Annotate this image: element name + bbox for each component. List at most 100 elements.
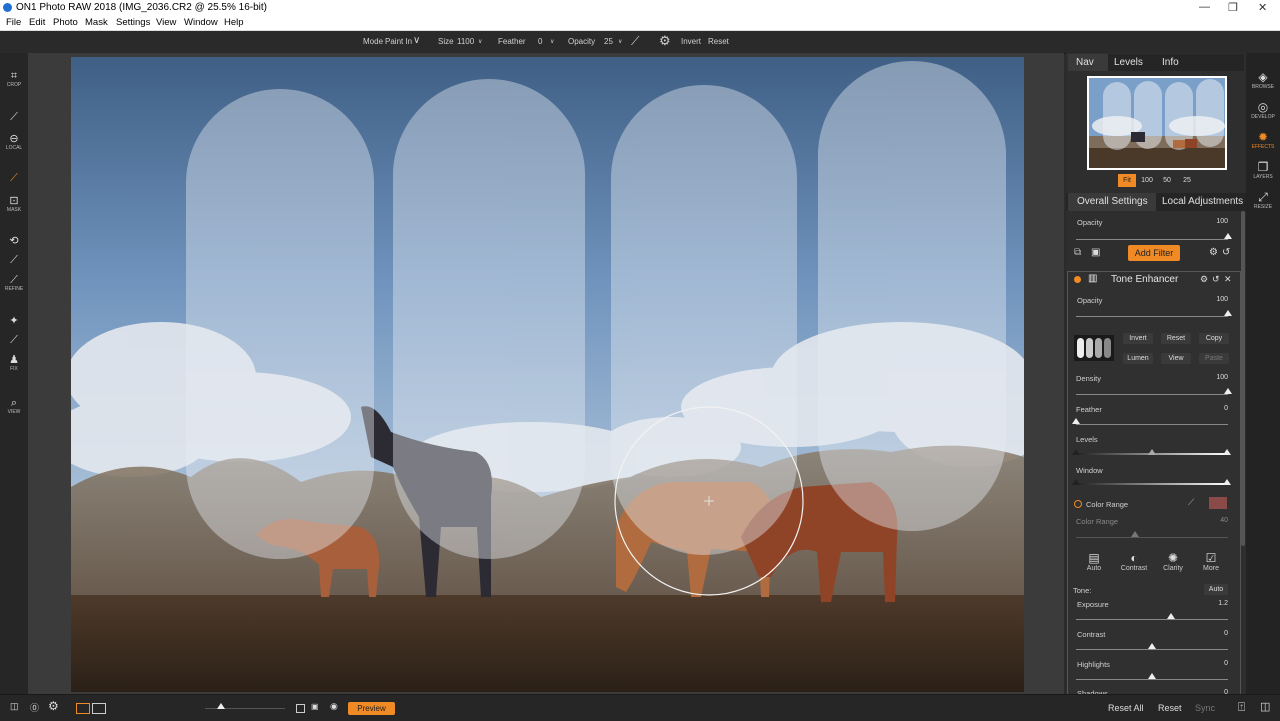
tool-local[interactable]: ⊖ LOCAL (0, 133, 28, 152)
tab-levels[interactable]: Levels (1114, 57, 1143, 68)
feather-value[interactable]: 0 (1198, 405, 1228, 412)
exposure-slider-thumb[interactable] (1167, 613, 1175, 619)
mask-visibility-icon[interactable]: ▣ (1091, 247, 1100, 258)
compare-icon[interactable] (296, 704, 305, 713)
color-range-toggle[interactable] (1074, 500, 1082, 508)
module-resize[interactable]: ⤢ RESIZE (1246, 191, 1280, 211)
filter-opacity-value[interactable]: 100 (1198, 296, 1228, 303)
mask-thumbnail[interactable] (1074, 335, 1114, 361)
gear-icon[interactable]: ⚙ (659, 33, 671, 49)
menu-photo[interactable]: Photo (53, 17, 78, 28)
tool-view[interactable]: ⌕ VIEW (0, 397, 28, 416)
preset-auto[interactable]: ▤ Auto (1080, 551, 1108, 572)
chevron-down-icon[interactable]: ∨ (413, 35, 420, 46)
menu-window[interactable]: Window (184, 17, 218, 28)
magic-brush-icon[interactable]: ⟋ (631, 34, 639, 49)
settings-gear-icon[interactable]: ⚙ (1209, 247, 1218, 258)
reset-button[interactable]: Reset (708, 37, 729, 46)
reset-all-button[interactable]: Reset All (1108, 703, 1144, 713)
levels-gray-thumb[interactable] (1148, 449, 1156, 455)
mask-paste-button[interactable]: Paste (1199, 353, 1229, 364)
menu-edit[interactable]: Edit (29, 17, 45, 28)
menu-settings[interactable]: Settings (116, 17, 150, 28)
thumbnail-size-thumb[interactable] (217, 703, 225, 709)
menu-mask[interactable]: Mask (85, 17, 108, 28)
preset-contrast[interactable]: ◐ Contrast (1119, 551, 1149, 572)
mask-reset-button[interactable]: Reset (1161, 333, 1191, 344)
color-range-swatch[interactable] (1209, 497, 1227, 509)
minimize-icon[interactable]: — (1199, 1, 1210, 13)
window-left-thumb[interactable] (1072, 479, 1080, 485)
tab-nav[interactable]: Nav (1076, 57, 1094, 68)
zoom-50-button[interactable]: 50 (1158, 174, 1176, 187)
filter-opacity-slider-thumb[interactable] (1224, 310, 1232, 316)
module-browse[interactable]: ◈ BROWSE (1246, 71, 1280, 91)
density-value[interactable]: 100 (1198, 374, 1228, 381)
photo-canvas[interactable] (71, 57, 1024, 692)
filter-settings-icon[interactable]: ⚙ (1200, 274, 1208, 285)
feather-slider-track[interactable] (1076, 424, 1228, 425)
overall-opacity-slider-track[interactable] (1076, 239, 1228, 240)
overall-opacity-value[interactable]: 100 (1198, 218, 1228, 225)
tool-fix[interactable]: ♟ FIX (0, 354, 28, 373)
tone-auto-button[interactable]: Auto (1204, 584, 1228, 595)
tab-local-adjustments[interactable]: Local Adjustments (1162, 196, 1243, 207)
eyedropper-icon[interactable]: ⟋ (1188, 497, 1194, 508)
preview-button[interactable]: Preview (348, 702, 395, 715)
size-chevron-icon[interactable]: ∨ (478, 38, 482, 45)
undo-icon[interactable]: ↺ (1222, 247, 1230, 258)
window-gradient-track[interactable] (1076, 483, 1228, 485)
auto-mask-icon[interactable]: ▣ (311, 702, 319, 711)
module-effects[interactable]: ✹ EFFECTS (1246, 131, 1280, 151)
highlights-slider-track[interactable] (1076, 679, 1228, 680)
invert-button[interactable]: Invert (681, 37, 701, 46)
export-icon[interactable]: ⍐ (1238, 700, 1245, 715)
feather-chevron-icon[interactable]: ∨ (550, 38, 554, 45)
zoom-25-button[interactable]: 25 (1178, 174, 1196, 187)
opacity-value[interactable]: 25 (604, 37, 613, 46)
color-range-slider-track[interactable] (1076, 537, 1228, 538)
density-slider-track[interactable] (1076, 394, 1228, 395)
sync-button[interactable]: Sync (1195, 703, 1215, 713)
mask-invert-button[interactable]: Invert (1123, 333, 1153, 344)
mask-view-button[interactable]: View (1161, 353, 1191, 364)
exposure-slider-track[interactable] (1076, 619, 1228, 620)
filter-enabled-dot[interactable] (1074, 276, 1081, 283)
mask-copy-button[interactable]: Copy (1199, 333, 1229, 344)
help-icon[interactable]: ⓪ (30, 701, 39, 714)
mode-dropdown[interactable]: Paint In (385, 37, 412, 46)
reset-button-bottom[interactable]: Reset (1158, 703, 1182, 713)
tab-overall-settings[interactable]: Overall Settings (1077, 196, 1148, 207)
maximize-icon[interactable]: ❐ (1228, 1, 1238, 14)
overall-opacity-slider-thumb[interactable] (1224, 233, 1232, 239)
tab-info[interactable]: Info (1162, 57, 1179, 68)
menu-file[interactable]: File (6, 17, 21, 28)
color-range-value[interactable]: 40 (1198, 517, 1228, 524)
add-filter-button[interactable]: Add Filter (1128, 245, 1180, 261)
single-view-icon[interactable] (76, 703, 90, 714)
contrast-slider-track[interactable] (1076, 649, 1228, 650)
tool-mask[interactable]: ⊡ MASK (0, 195, 28, 214)
tool-brush[interactable]: ⟋ (0, 111, 28, 123)
color-range-slider-thumb[interactable] (1131, 531, 1139, 537)
feather-slider-thumb[interactable] (1072, 418, 1080, 424)
filmstrip-view-icon[interactable] (92, 703, 106, 714)
size-value[interactable]: 1100 (457, 37, 474, 46)
preset-clarity[interactable]: ✺ Clarity (1158, 551, 1188, 572)
panel-scrollbar[interactable] (1241, 211, 1245, 546)
zoom-100-button[interactable]: 100 (1138, 174, 1156, 187)
levels-white-thumb[interactable] (1223, 449, 1231, 455)
filter-opacity-slider-track[interactable] (1076, 316, 1228, 317)
tool-refine[interactable]: ⟋ REFINE (0, 274, 28, 293)
feather-value[interactable]: 0 (538, 37, 542, 46)
share-icon[interactable]: ◫ (1260, 700, 1270, 713)
module-layers[interactable]: ❐ LAYERS (1246, 161, 1280, 181)
levels-black-thumb[interactable] (1072, 449, 1080, 455)
navigator-thumbnail[interactable] (1087, 76, 1227, 170)
panel-toggle-icon[interactable]: ◫ (10, 701, 19, 712)
tool-mask-brush[interactable]: ⟋ (0, 172, 28, 184)
layer-icon[interactable]: ⧉ (1074, 247, 1081, 258)
density-slider-thumb[interactable] (1224, 388, 1232, 394)
tool-refine-tool[interactable]: ⟋ (0, 254, 28, 266)
contrast-value[interactable]: 0 (1198, 630, 1228, 637)
